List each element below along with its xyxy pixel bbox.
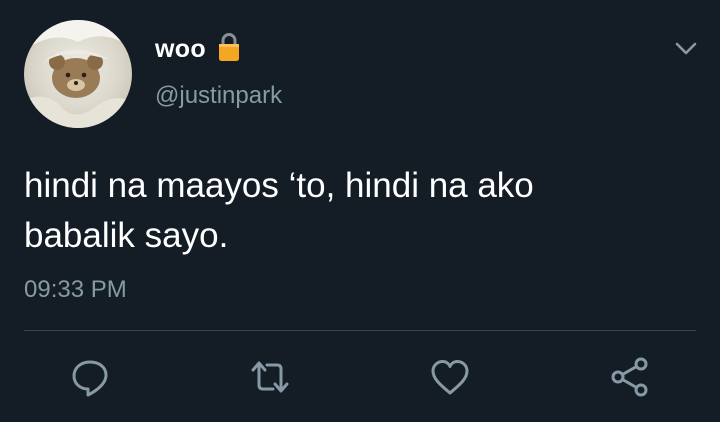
teddy-bear-avatar-icon (24, 20, 132, 128)
reply-button[interactable] (68, 355, 112, 399)
tweet-timestamp[interactable]: 09:33 PM (24, 276, 127, 304)
divider (24, 330, 696, 331)
user-handle[interactable]: @justinpark (155, 82, 282, 110)
share-icon (611, 357, 648, 397)
tweet-card: woo @justinpark hindi na maayos ‘to, hin… (0, 0, 720, 422)
like-icon (431, 360, 469, 395)
display-name[interactable]: woo (155, 35, 206, 64)
reply-icon (72, 360, 108, 397)
tweet-text: hindi na maayos ‘to, hindi na ako babali… (24, 166, 534, 255)
share-button[interactable] (608, 355, 652, 399)
retweet-icon (251, 361, 289, 393)
lock-icon (219, 33, 239, 61)
avatar[interactable] (24, 20, 132, 128)
like-button[interactable] (428, 355, 472, 399)
chevron-down-icon[interactable] (673, 38, 699, 58)
retweet-button[interactable] (248, 355, 292, 399)
